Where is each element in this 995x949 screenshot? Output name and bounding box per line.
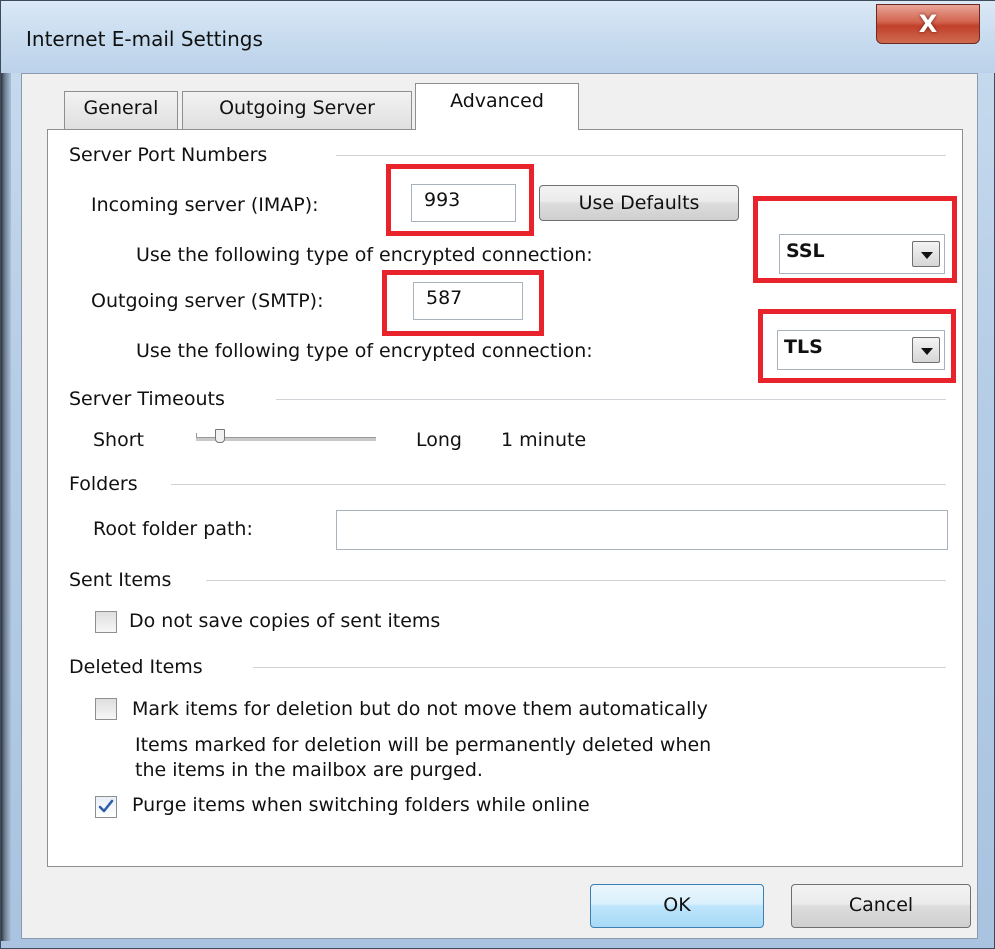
incoming-port-value: 993 [424,189,461,211]
do-not-save-checkbox[interactable] [95,611,117,633]
tab-advanced-label: Advanced [450,90,544,112]
mark-note-line-1: Items marked for deletion will be perman… [135,734,712,756]
purge-items-checkbox[interactable] [95,796,117,818]
check-icon [98,799,114,813]
incoming-server-label: Incoming server (IMAP): [91,194,319,216]
incoming-encryption-label: Use the following type of encrypted conn… [136,244,593,266]
cancel-label: Cancel [848,894,914,916]
deleted-items-heading: Deleted Items [69,656,203,678]
title-bar[interactable]: Internet E-mail Settings X [1,1,995,73]
root-folder-path-label: Root folder path: [93,518,253,540]
server-timeouts-heading: Server Timeouts [69,388,225,410]
tab-outgoing-server-label: Outgoing Server [219,97,375,119]
window-title: Internet E-mail Settings [26,27,263,51]
dialog-window: Internet E-mail Settings X General Outgo… [0,0,995,949]
timeout-short-label: Short [93,429,144,451]
deleted-items-divider [253,667,946,668]
use-defaults-button[interactable]: Use Defaults [539,185,739,221]
outgoing-encryption-label: Use the following type of encrypted conn… [136,340,593,362]
incoming-port-input[interactable]: 993 [411,184,516,222]
outgoing-server-label: Outgoing server (SMTP): [91,290,324,312]
window-frame-edge [1,61,11,941]
timeout-long-label: Long [416,429,462,451]
cancel-button[interactable]: Cancel [791,884,971,928]
server-port-numbers-heading: Server Port Numbers [69,144,268,166]
timeout-value-label: 1 minute [501,429,587,451]
close-button[interactable]: X [876,4,980,44]
outgoing-encryption-select[interactable]: TLS [777,330,945,370]
timeout-slider-thumb[interactable] [215,429,225,443]
sent-items-heading: Sent Items [69,569,172,591]
sent-items-divider [206,580,946,581]
outgoing-encryption-value: TLS [784,336,823,358]
folders-heading: Folders [69,473,138,495]
tab-outgoing-server[interactable]: Outgoing Server [182,91,412,129]
incoming-encryption-dropdown-icon[interactable] [912,241,940,267]
outgoing-port-input[interactable]: 587 [413,282,523,320]
ok-button[interactable]: OK [590,884,764,928]
incoming-encryption-select[interactable]: SSL [779,234,945,274]
server-port-numbers-divider [336,155,946,156]
server-timeouts-divider [276,399,946,400]
outgoing-encryption-dropdown-icon[interactable] [912,337,940,363]
tab-general-label: General [83,97,159,119]
use-defaults-label: Use Defaults [578,192,700,214]
do-not-save-label[interactable]: Do not save copies of sent items [129,610,440,632]
tab-advanced[interactable]: Advanced [415,83,579,130]
close-icon: X [918,10,938,38]
folders-divider [171,484,946,485]
ok-label: OK [663,894,691,916]
timeout-slider-tick [196,433,197,438]
incoming-encryption-value: SSL [786,240,825,262]
outgoing-port-value: 587 [426,287,463,309]
tab-general[interactable]: General [64,91,178,129]
mark-for-deletion-label[interactable]: Mark items for deletion but do not move … [132,698,708,720]
mark-for-deletion-checkbox[interactable] [95,698,117,720]
purge-items-label[interactable]: Purge items when switching folders while… [132,794,590,816]
root-folder-path-input[interactable] [336,510,948,550]
mark-note-line-2: the items in the mailbox are purged. [135,759,483,781]
